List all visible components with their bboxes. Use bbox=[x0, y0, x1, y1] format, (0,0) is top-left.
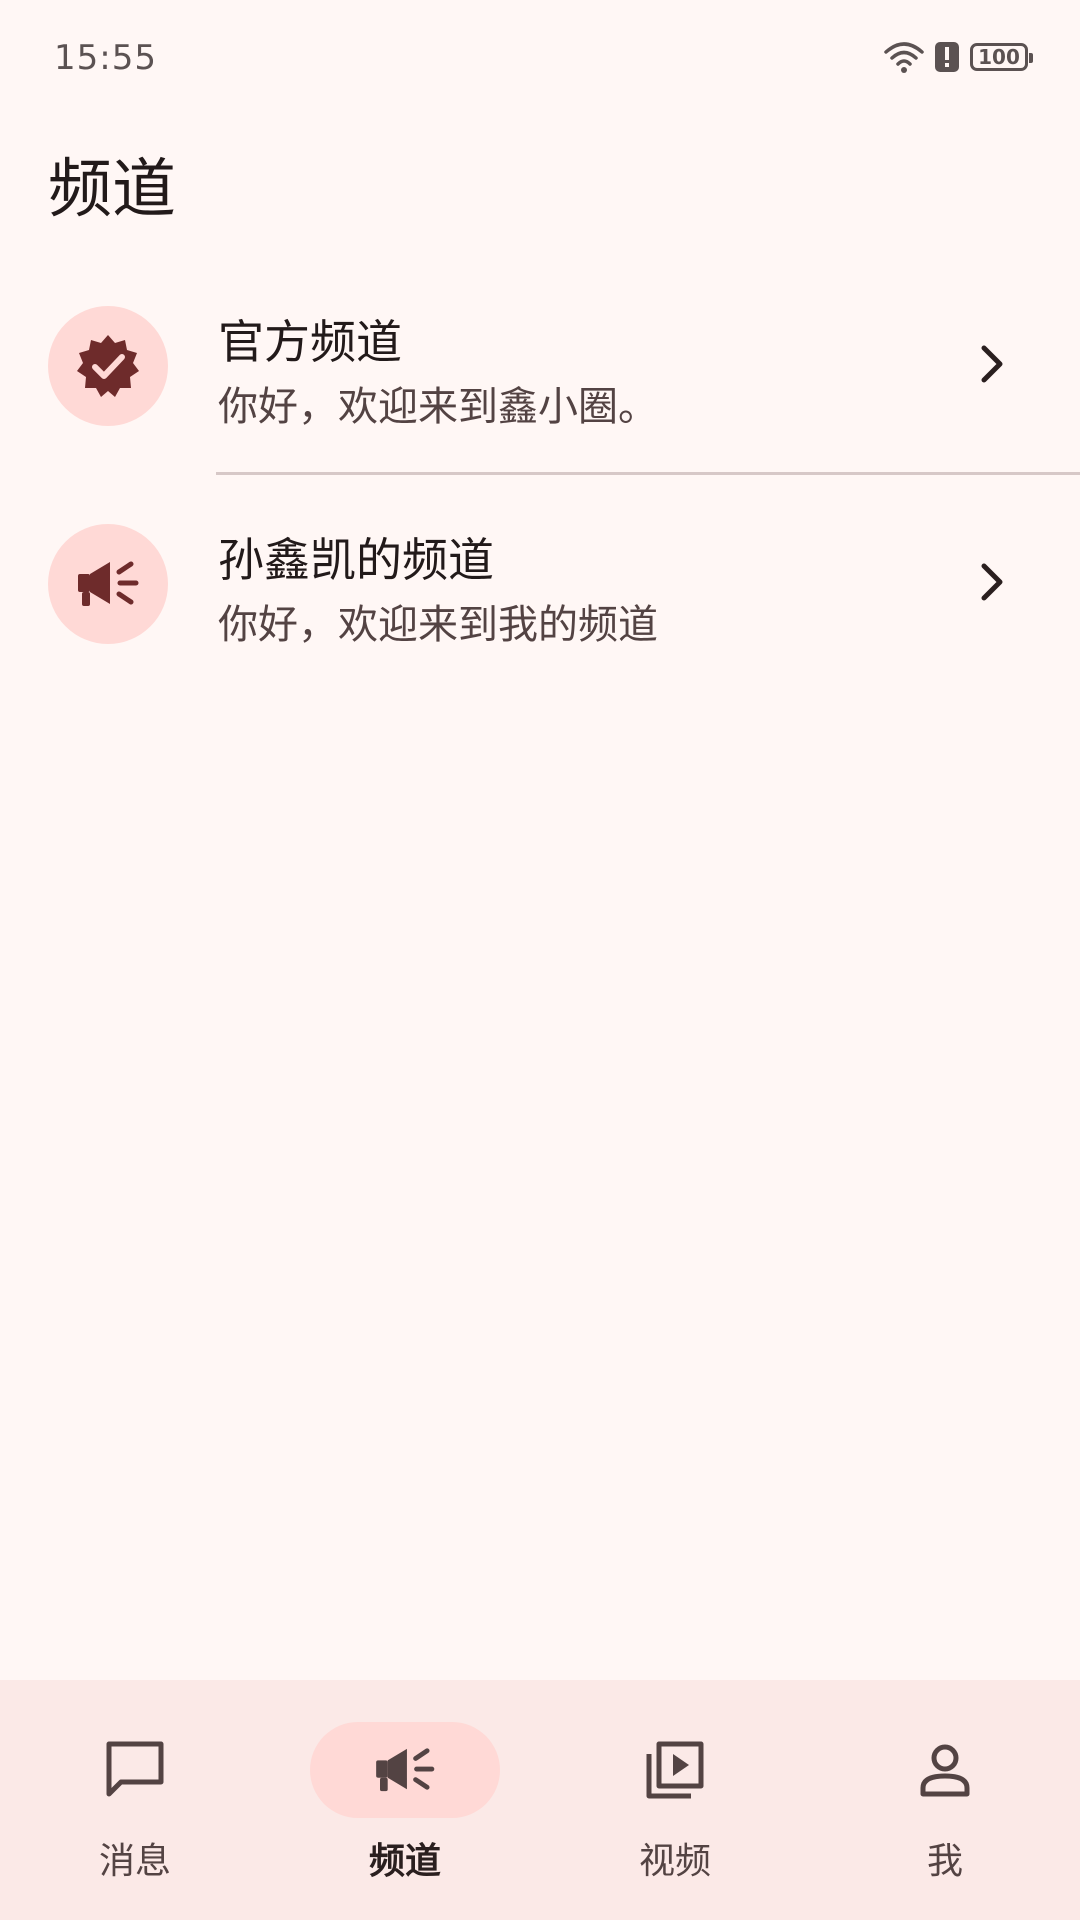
megaphone-icon bbox=[376, 1748, 435, 1792]
verified-badge-icon bbox=[77, 335, 139, 397]
battery-icon: 100 bbox=[970, 43, 1033, 71]
nav-icon-container bbox=[310, 1722, 500, 1818]
channel-avatar bbox=[48, 524, 168, 644]
nav-label: 我 bbox=[926, 1841, 963, 1882]
wifi-icon bbox=[884, 42, 924, 73]
page-title: 频道 bbox=[48, 153, 176, 227]
channel-subtitle: 你好，欢迎来到鑫小圈。 bbox=[218, 384, 658, 430]
channel-subtitle: 你好，欢迎来到我的频道 bbox=[218, 602, 658, 648]
chevron-right-icon bbox=[981, 563, 1003, 601]
battery-level: 100 bbox=[978, 45, 1020, 69]
nav-icon-container bbox=[850, 1722, 1040, 1818]
nav-item-videos[interactable]: 视频 bbox=[540, 1680, 810, 1920]
megaphone-icon bbox=[78, 561, 139, 606]
nav-item-messages[interactable]: 消息 bbox=[0, 1680, 270, 1920]
person-icon bbox=[920, 1744, 970, 1797]
video-library-icon bbox=[646, 1741, 704, 1799]
divider bbox=[216, 472, 1080, 475]
nav-label: 视频 bbox=[638, 1841, 711, 1882]
nav-item-channels[interactable]: 频道 bbox=[270, 1680, 540, 1920]
channel-avatar bbox=[48, 306, 168, 426]
status-time: 15:55 bbox=[54, 38, 157, 78]
nav-item-me[interactable]: 我 bbox=[810, 1680, 1080, 1920]
status-bar: 15:55 100 bbox=[0, 0, 1080, 120]
chevron-right-icon bbox=[981, 345, 1003, 383]
nav-label: 消息 bbox=[98, 1841, 171, 1882]
nav-icon-container bbox=[580, 1722, 770, 1818]
nav-label: 频道 bbox=[368, 1841, 441, 1882]
nav-icon-container bbox=[40, 1722, 230, 1818]
channel-item-official[interactable]: 官方频道 你好，欢迎来到鑫小圈。 bbox=[0, 290, 1080, 508]
channel-title: 官方频道 bbox=[218, 315, 402, 369]
channel-list: 官方频道 你好，欢迎来到鑫小圈。 孙鑫凯的频道 你好，欢迎来到我的频道 bbox=[0, 290, 1080, 726]
channel-title: 孙鑫凯的频道 bbox=[218, 533, 494, 587]
status-icons: 100 bbox=[884, 40, 1033, 74]
alert-icon bbox=[935, 42, 959, 72]
chat-bubble-icon bbox=[106, 1741, 164, 1797]
bottom-nav: 消息 频道 视频 我 bbox=[0, 1680, 1080, 1920]
channel-item-personal[interactable]: 孙鑫凯的频道 你好，欢迎来到我的频道 bbox=[0, 508, 1080, 726]
